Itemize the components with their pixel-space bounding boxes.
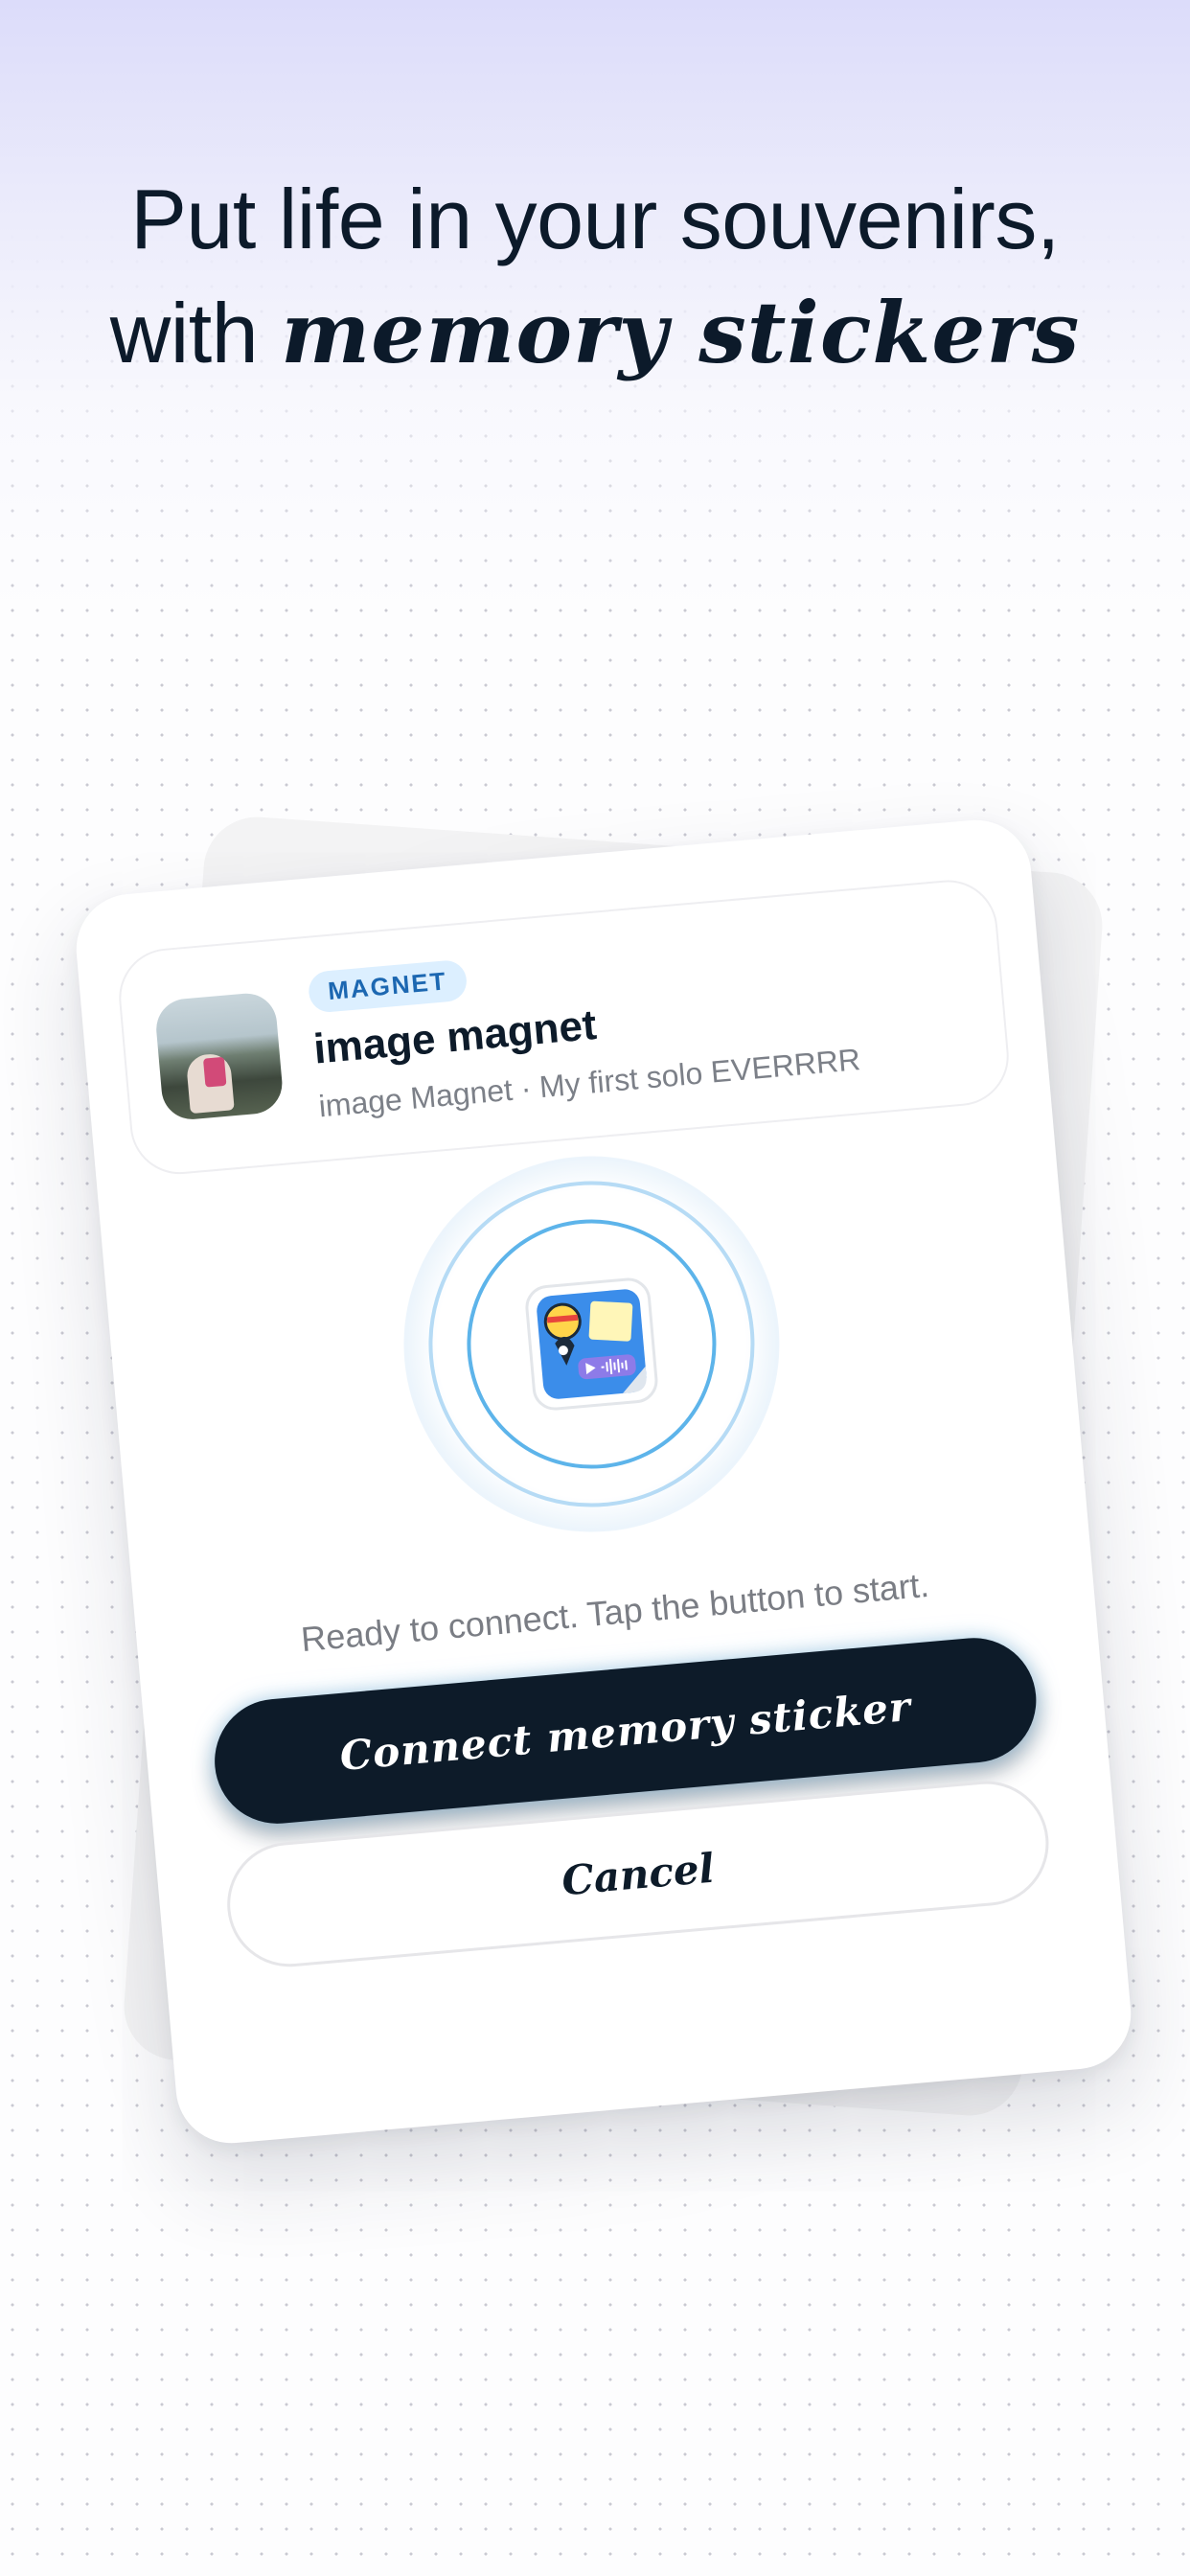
headline: Put life in your souvenirs, with memory … xyxy=(0,163,1190,390)
headline-line-2: with memory stickers xyxy=(0,276,1190,390)
nfc-scan-indicator xyxy=(388,1140,795,1548)
headline-prefix: with xyxy=(109,286,282,380)
item-title: image magnet xyxy=(311,1000,599,1073)
memory-sticker-icon xyxy=(525,1277,658,1411)
connect-dialog: MAGNET image magnet image Magnet · My fi… xyxy=(71,815,1136,2149)
item-card[interactable]: MAGNET image magnet image Magnet · My fi… xyxy=(114,876,1014,1179)
type-badge: MAGNET xyxy=(307,958,469,1014)
headline-line-1: Put life in your souvenirs, xyxy=(130,172,1060,266)
headline-highlight: memory stickers xyxy=(281,283,1081,382)
photo-thumbnail-icon xyxy=(153,991,286,1122)
